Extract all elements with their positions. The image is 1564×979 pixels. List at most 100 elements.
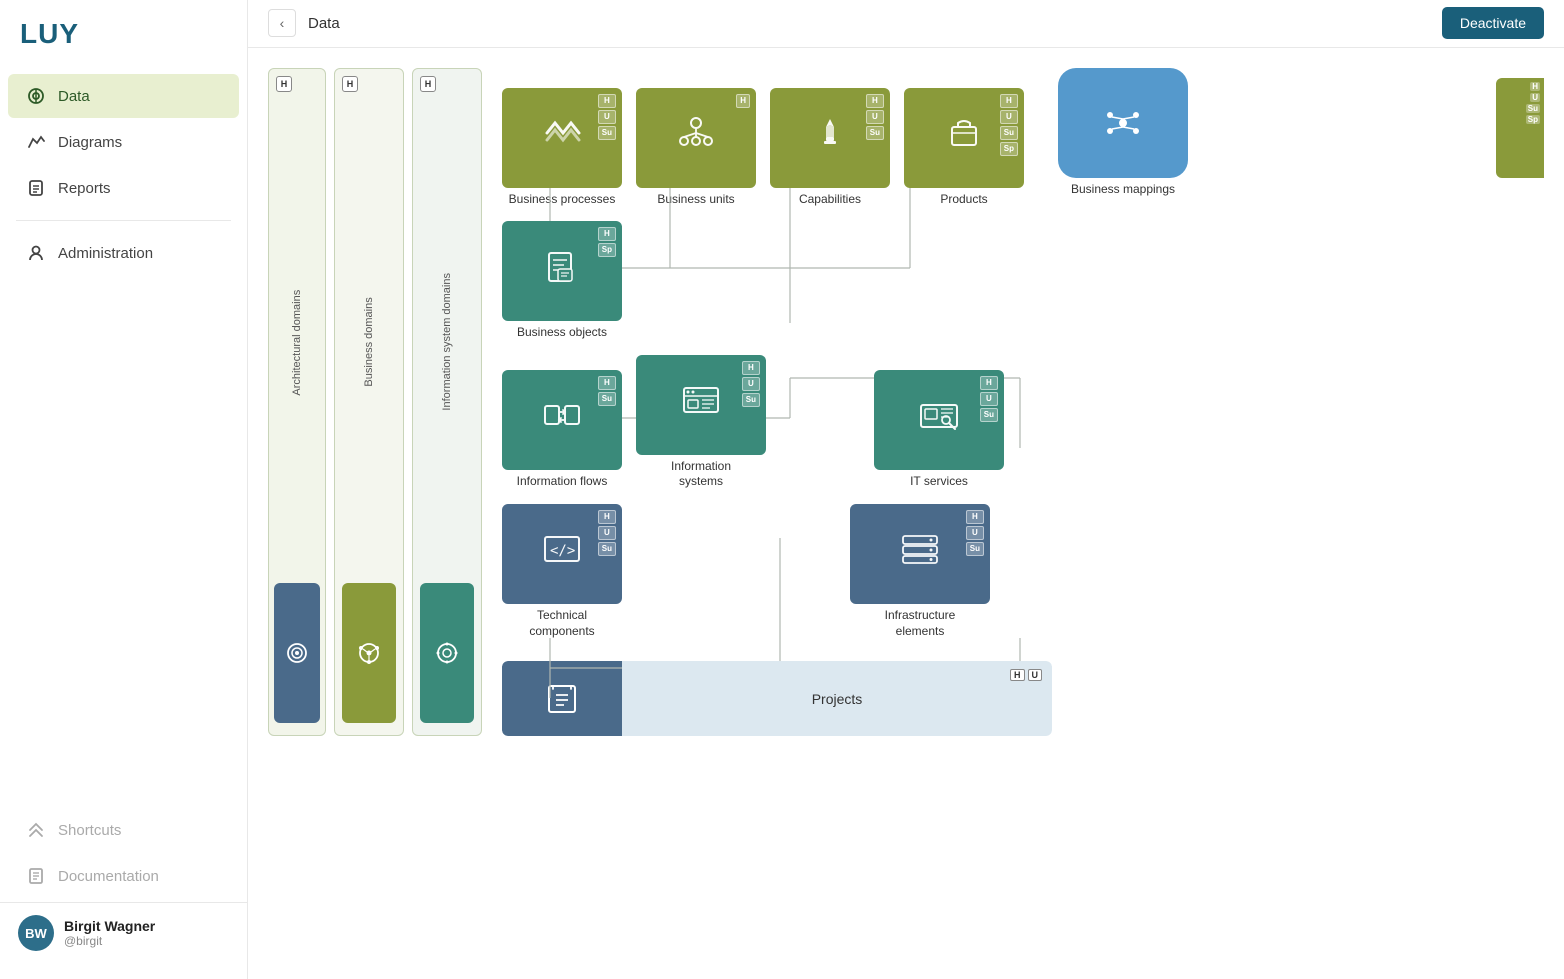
- info-system-domains-lane: H Information system domains: [412, 68, 482, 737]
- information-systems-label: Informationsystems: [671, 459, 731, 490]
- business-processes-wrapper: H U Su: [502, 88, 622, 208]
- projects-card-icon[interactable]: [502, 661, 622, 736]
- collapse-sidebar-button[interactable]: ‹: [268, 9, 296, 37]
- technical-components-wrapper: H U Su </>: [502, 504, 622, 639]
- business-objects-label: Business objects: [517, 325, 607, 341]
- products-badges: H U Su Sp: [1000, 94, 1018, 156]
- it-services-icon: [919, 399, 959, 440]
- business-processes-badges: H U Su: [598, 94, 616, 140]
- capabilities-card[interactable]: H U Su: [770, 88, 890, 188]
- products-wrapper: H U Su Sp: [904, 88, 1024, 208]
- projects-badge-u: U: [1028, 669, 1043, 681]
- reports-icon: [26, 178, 46, 198]
- sidebar-item-diagrams-label: Diagrams: [58, 134, 122, 151]
- info-lane-block[interactable]: [420, 583, 474, 723]
- business-units-icon: [676, 115, 716, 158]
- products-card[interactable]: H U Su Sp: [904, 88, 1024, 188]
- sidebar-item-diagrams[interactable]: Diagrams: [8, 120, 239, 164]
- sidebar-item-administration-label: Administration: [58, 245, 153, 262]
- information-systems-card[interactable]: H U Su: [636, 355, 766, 455]
- business-processes-icon: [543, 118, 581, 155]
- badge-u: U: [598, 526, 616, 540]
- infrastructure-elements-card[interactable]: H U Su: [850, 504, 990, 604]
- badge-sp: Sp: [1000, 142, 1018, 156]
- badge-h: H: [598, 510, 616, 524]
- projects-badge-h: H: [1010, 669, 1025, 681]
- avatar: BW: [18, 915, 54, 951]
- badge-u: U: [742, 377, 760, 391]
- badge-u: U: [866, 110, 884, 124]
- deactivate-button[interactable]: Deactivate: [1442, 7, 1544, 39]
- badge-h: H: [966, 510, 984, 524]
- sidebar-item-reports[interactable]: Reports: [8, 166, 239, 210]
- topbar-left: ‹ Data: [268, 9, 340, 37]
- sidebar-bottom: Shortcuts Documentation BW Birgit Wagner…: [0, 798, 247, 979]
- business-objects-icon: [544, 249, 580, 292]
- sidebar-item-documentation[interactable]: Documentation: [8, 854, 239, 898]
- infrastructure-elements-badges: H U Su: [966, 510, 984, 556]
- admin-icon: [26, 243, 46, 263]
- technical-components-icon: </>: [543, 533, 581, 572]
- user-info: Birgit Wagner @birgit: [64, 918, 155, 948]
- information-flows-card[interactable]: H Su: [502, 370, 622, 470]
- business-units-card[interactable]: H: [636, 88, 756, 188]
- it-services-label: IT services: [910, 474, 968, 490]
- business-mappings-label: Business mappings: [1071, 182, 1175, 198]
- architectural-domains-lane: H Architectural domains: [268, 68, 326, 737]
- badge-u: U: [598, 110, 616, 124]
- badge-h: H: [866, 94, 884, 108]
- infrastructure-elements-label: Infrastructureelements: [885, 608, 956, 639]
- sidebar-divider: [16, 220, 231, 221]
- diagrams-icon: [26, 132, 46, 152]
- technical-components-badges: H U Su: [598, 510, 616, 556]
- sidebar-item-data[interactable]: Data: [8, 74, 239, 118]
- capabilities-label: Capabilities: [799, 192, 861, 208]
- sidebar-nav: Data Diagrams Reports: [0, 64, 247, 798]
- svg-text:</>: </>: [550, 543, 575, 559]
- badge-su: Su: [598, 126, 616, 140]
- business-mappings-wrapper: Business mappings: [1058, 68, 1188, 198]
- sidebar-item-administration[interactable]: Administration: [8, 231, 239, 275]
- information-flows-badges: H Su: [598, 376, 616, 406]
- information-flows-wrapper: H Su: [502, 370, 622, 490]
- info-nodes-row: H Su: [502, 355, 1484, 490]
- badge-su: Su: [598, 542, 616, 556]
- arch-lane-block[interactable]: [274, 583, 320, 723]
- app-logo: LUY: [0, 0, 247, 64]
- diagram-scroll[interactable]: H Architectural domains H Business dom: [248, 48, 1564, 979]
- business-mappings-card[interactable]: [1058, 68, 1188, 178]
- it-services-badges: H U Su: [980, 376, 998, 422]
- badge-h: H: [742, 361, 760, 375]
- badge-su: Su: [1000, 126, 1018, 140]
- technical-components-card[interactable]: H U Su </>: [502, 504, 622, 604]
- business-units-badges: H: [736, 94, 750, 108]
- badge-h: H: [736, 94, 750, 108]
- badge-h: H: [598, 94, 616, 108]
- business-processes-card[interactable]: H U Su: [502, 88, 622, 188]
- edge-node-1[interactable]: H U Su Sp: [1496, 78, 1544, 178]
- badge-h: H: [598, 376, 616, 390]
- page-title: Data: [308, 15, 340, 32]
- arch-lane-badge: H: [276, 76, 292, 92]
- badge-u: U: [966, 526, 984, 540]
- badge-h: H: [980, 376, 998, 390]
- business-objects-badges: H Sp: [598, 227, 616, 257]
- it-services-card[interactable]: H U Su: [874, 370, 1004, 470]
- business-objects-wrapper: H Sp: [502, 221, 622, 341]
- sidebar-item-documentation-label: Documentation: [58, 868, 159, 885]
- data-icon: [26, 86, 46, 106]
- sidebar-item-shortcuts[interactable]: Shortcuts: [8, 808, 239, 852]
- sidebar-item-reports-label: Reports: [58, 180, 111, 197]
- user-name: Birgit Wagner: [64, 918, 155, 934]
- edge-nodes: H U Su Sp: [1496, 68, 1544, 737]
- business-domains-lane: H Business domains: [334, 68, 404, 737]
- badge-su: Su: [966, 542, 984, 556]
- arch-lane-label: Architectural domains: [291, 101, 303, 584]
- information-systems-icon: [682, 384, 720, 423]
- infrastructure-elements-icon: [901, 532, 939, 573]
- information-systems-wrapper: H U Su: [636, 355, 766, 490]
- biz-lane-block[interactable]: [342, 583, 396, 723]
- sidebar-item-data-label: Data: [58, 88, 90, 105]
- business-objects-card[interactable]: H Sp: [502, 221, 622, 321]
- information-flows-icon: [543, 400, 581, 439]
